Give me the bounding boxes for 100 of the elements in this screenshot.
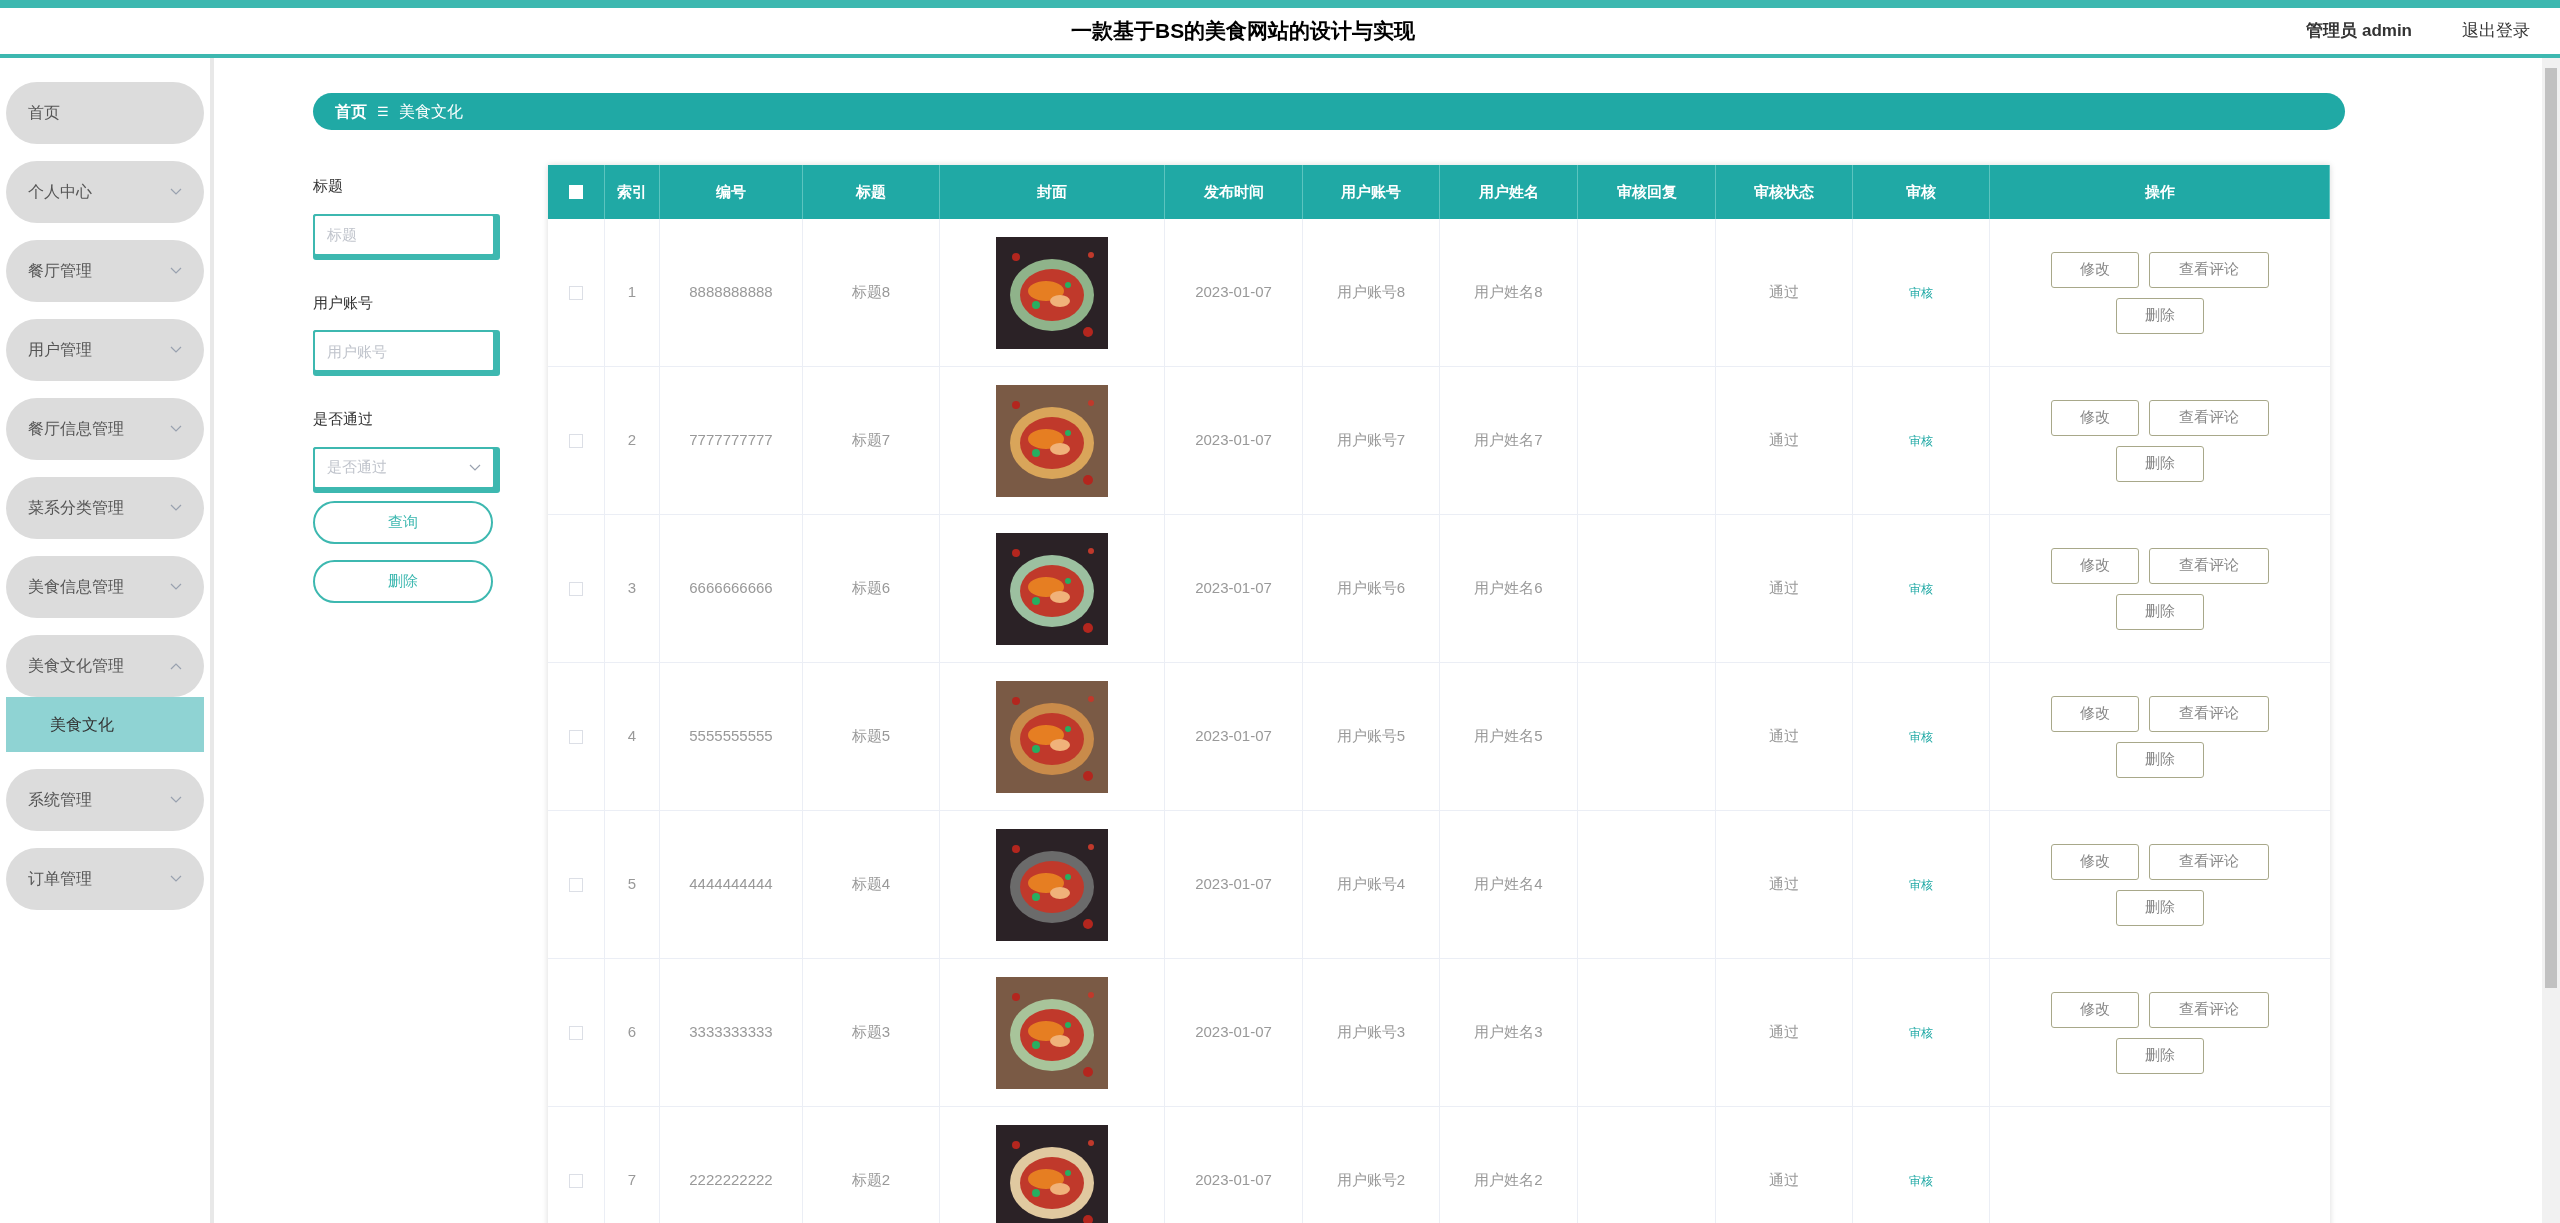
view-comments-button[interactable]: 查看评论 bbox=[2149, 251, 2269, 288]
edit-button[interactable]: 修改 bbox=[2051, 399, 2139, 436]
table-cell-text: 通过 bbox=[1769, 578, 1799, 599]
table-cell-text: 用户姓名6 bbox=[1474, 578, 1543, 599]
edit-button[interactable]: 修改 bbox=[2051, 547, 2139, 584]
table-cell-text: 用户账号4 bbox=[1336, 874, 1406, 895]
edit-button[interactable]: 修改 bbox=[2051, 251, 2139, 288]
delete-button[interactable]: 删除 bbox=[2116, 1037, 2204, 1074]
delete-button[interactable]: 删除 bbox=[2116, 297, 2204, 334]
table-cell-text: 通过 bbox=[1769, 1170, 1799, 1191]
table-cell-text: 2 bbox=[627, 430, 637, 451]
table-cell-text: 3 bbox=[627, 578, 637, 599]
column-header: 操作 bbox=[1990, 165, 2330, 219]
filter-label: 是否通过 bbox=[313, 409, 374, 429]
checkbox[interactable] bbox=[569, 285, 583, 300]
sidebar-subitem[interactable]: 美食文化 bbox=[6, 697, 204, 752]
sidebar-item[interactable]: 系统管理 bbox=[6, 769, 204, 831]
table-cell-text: 用户姓名7 bbox=[1474, 430, 1543, 451]
table-cell-text: 2023-01-07 bbox=[1195, 578, 1272, 599]
breadcrumb-current: 美食文化 bbox=[399, 101, 463, 122]
sidebar-item[interactable]: 订单管理 bbox=[6, 848, 204, 910]
review-link[interactable]: 审核 bbox=[1909, 1023, 1933, 1042]
checkbox[interactable] bbox=[569, 729, 583, 744]
table-cell-text: 2023-01-07 bbox=[1195, 282, 1272, 303]
checkbox[interactable] bbox=[569, 877, 583, 892]
table-cell-text: 4 bbox=[627, 726, 637, 747]
checkbox[interactable] bbox=[569, 581, 583, 596]
table-cell-text: 通过 bbox=[1769, 1022, 1799, 1043]
sidebar-item[interactable]: 首页 bbox=[6, 82, 204, 144]
column-header: 发布时间 bbox=[1165, 165, 1303, 219]
scrollbar-thumb[interactable] bbox=[2545, 68, 2557, 988]
table-cell-text: 8888888888 bbox=[689, 282, 773, 303]
table-cell-text: 用户账号3 bbox=[1336, 1022, 1406, 1043]
chevron-down-icon bbox=[469, 463, 481, 472]
table-cell-text: 通过 bbox=[1769, 282, 1799, 303]
table-cell-text: 2023-01-07 bbox=[1195, 1022, 1272, 1043]
sidebar-item[interactable]: 餐厅信息管理 bbox=[6, 398, 204, 460]
checkbox[interactable] bbox=[569, 433, 583, 448]
edit-button[interactable]: 修改 bbox=[2051, 991, 2139, 1028]
checkbox[interactable] bbox=[569, 1173, 583, 1188]
sidebar-item[interactable]: 餐厅管理 bbox=[6, 240, 204, 302]
logout-link[interactable]: 退出登录 bbox=[2462, 18, 2530, 44]
edit-button[interactable]: 修改 bbox=[2051, 843, 2139, 880]
chevron-up-icon bbox=[170, 662, 182, 670]
table-cell-text: 2222222222 bbox=[689, 1170, 773, 1191]
view-comments-button[interactable]: 查看评论 bbox=[2149, 399, 2269, 436]
table-cell-text: 7 bbox=[627, 1170, 637, 1191]
delete-button[interactable]: 删除 bbox=[2116, 445, 2204, 482]
review-link[interactable]: 审核 bbox=[1909, 1171, 1933, 1190]
delete-button[interactable]: 删除 bbox=[2116, 889, 2204, 926]
chevron-down-icon bbox=[170, 425, 182, 433]
sidebar-item[interactable]: 个人中心 bbox=[6, 161, 204, 223]
table-cell-text: 2023-01-07 bbox=[1195, 726, 1272, 747]
checkbox[interactable] bbox=[569, 1025, 583, 1040]
site-title: 一款基于BS的美食网站的设计与实现 bbox=[1071, 18, 1416, 45]
table-cell-text: 2023-01-07 bbox=[1195, 1170, 1272, 1191]
table-cell-text: 用户姓名2 bbox=[1474, 1170, 1543, 1191]
table-cell-text: 6 bbox=[627, 1022, 637, 1043]
table-cell-text: 用户账号2 bbox=[1336, 1170, 1406, 1191]
review-link[interactable]: 审核 bbox=[1909, 579, 1933, 598]
breadcrumb-home-link[interactable]: 首页 bbox=[335, 99, 367, 124]
table-cell-text: 1 bbox=[627, 282, 637, 303]
table-cell-text: 标题8 bbox=[851, 282, 891, 303]
review-link[interactable]: 审核 bbox=[1909, 431, 1933, 450]
review-link[interactable]: 审核 bbox=[1909, 875, 1933, 894]
table-cell-text: 用户账号6 bbox=[1336, 578, 1406, 599]
table-cell-text: 6666666666 bbox=[689, 578, 773, 599]
table-cell-text: 7777777777 bbox=[689, 430, 773, 451]
view-comments-button[interactable]: 查看评论 bbox=[2149, 695, 2269, 732]
sidebar-item[interactable]: 美食文化管理 bbox=[6, 635, 204, 697]
search-button[interactable]: 查询 bbox=[313, 500, 493, 544]
table-cell-text: 用户姓名8 bbox=[1474, 282, 1543, 303]
table-cell-text: 用户账号5 bbox=[1336, 726, 1406, 747]
filter-input-field[interactable]: 标题 bbox=[313, 213, 500, 260]
review-link[interactable]: 审核 bbox=[1909, 283, 1933, 302]
table-cell-text: 用户账号7 bbox=[1336, 430, 1406, 451]
table-cell-text: 5555555555 bbox=[689, 726, 773, 747]
delete-button[interactable]: 删除 bbox=[313, 559, 493, 603]
sidebar-item[interactable]: 菜系分类管理 bbox=[6, 477, 204, 539]
sidebar-item[interactable]: 用户管理 bbox=[6, 319, 204, 381]
column-header: 审核状态 bbox=[1716, 165, 1853, 219]
delete-button[interactable]: 删除 bbox=[2116, 741, 2204, 778]
filter-input-field[interactable]: 用户账号 bbox=[313, 330, 500, 376]
delete-button[interactable]: 删除 bbox=[2116, 593, 2204, 630]
filter-label: 用户账号 bbox=[313, 292, 374, 313]
column-header: 标题 bbox=[803, 165, 940, 219]
edit-button[interactable]: 修改 bbox=[2051, 695, 2139, 732]
sidebar-item[interactable]: 美食信息管理 bbox=[6, 556, 204, 618]
view-comments-button[interactable]: 查看评论 bbox=[2149, 547, 2269, 584]
table-cell-text: 标题7 bbox=[851, 430, 891, 451]
view-comments-button[interactable]: 查看评论 bbox=[2149, 843, 2269, 880]
column-header: 索引 bbox=[605, 165, 660, 219]
table-cell-text: 标题3 bbox=[851, 1022, 891, 1043]
view-comments-button[interactable]: 查看评论 bbox=[2149, 991, 2269, 1028]
chevron-down-icon bbox=[170, 188, 182, 196]
chevron-down-icon bbox=[170, 875, 182, 883]
table-cell-text: 标题2 bbox=[851, 1170, 891, 1191]
filter-label: 标题 bbox=[313, 176, 344, 196]
review-link[interactable]: 审核 bbox=[1909, 727, 1933, 746]
table-cell-text: 3333333333 bbox=[689, 1022, 773, 1043]
